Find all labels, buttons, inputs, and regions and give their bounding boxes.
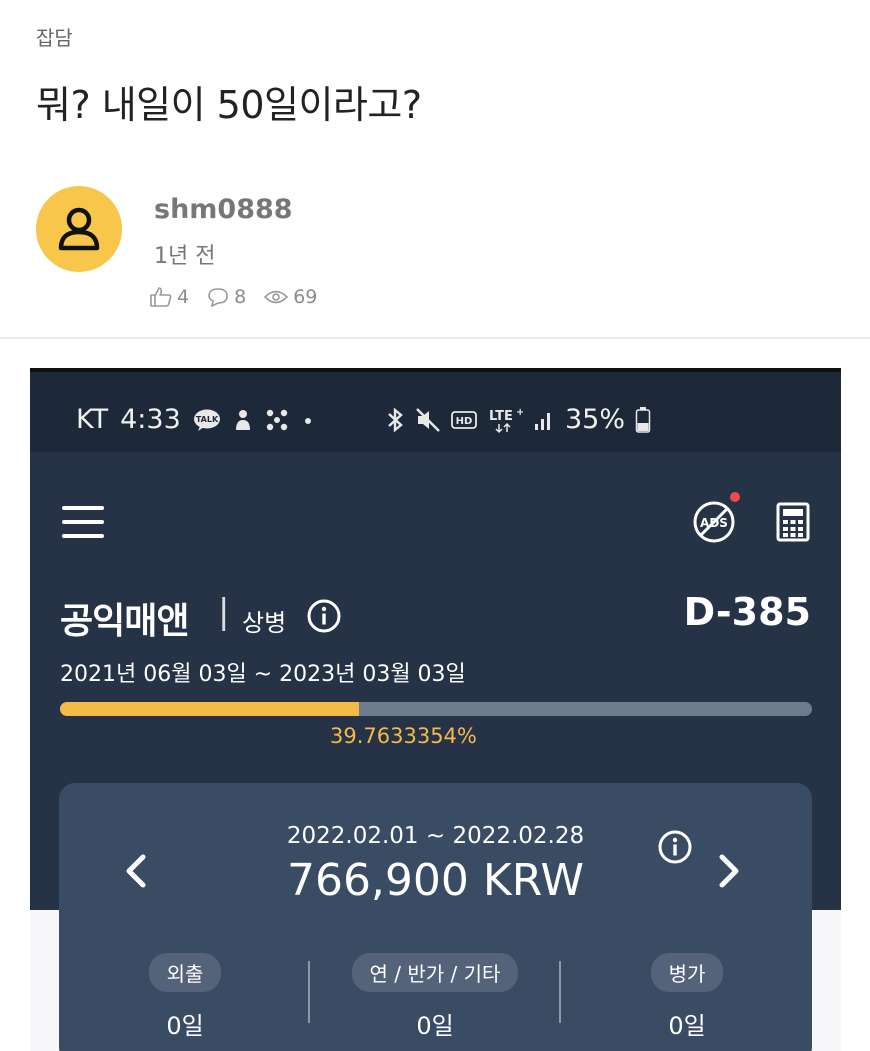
avatar[interactable] xyxy=(36,186,122,272)
talk-icon: TALK xyxy=(193,409,220,431)
hd-icon: HD xyxy=(451,410,477,429)
column-divider xyxy=(308,961,310,1023)
dot-icon xyxy=(304,417,311,424)
comment-stat[interactable]: 8 xyxy=(207,286,246,308)
author-name[interactable]: shm0888 xyxy=(154,194,293,225)
post-title: 뭐? 내일이 50일이라고? xyxy=(36,83,422,127)
thumbs-up-icon xyxy=(150,287,172,307)
comment-count: 8 xyxy=(234,286,247,308)
leave-column-annual: 연 / 반가 / 기타 0일 xyxy=(335,953,535,1041)
service-period: 2021년 06월 03일 ~ 2023년 03월 03일 xyxy=(60,662,466,687)
value-outing: 0일 xyxy=(166,1012,204,1040)
carrier-label: KT xyxy=(76,404,109,435)
calculator-icon[interactable] xyxy=(776,502,810,542)
salary-card: 2022.02.01 ~ 2022.02.28 766,900 KRW 외출 0… xyxy=(59,783,812,1051)
app-name: 공익매앤 xyxy=(60,601,189,642)
progress-fill xyxy=(60,702,360,716)
status-left: KT 4:33 TALK xyxy=(76,404,315,435)
like-stat[interactable]: 4 xyxy=(150,286,189,308)
leave-column-sick: 병가 0일 xyxy=(587,953,787,1041)
mute-icon xyxy=(416,407,440,432)
card-amount: 766,900 KRW xyxy=(286,855,585,906)
progress-label: 39.7633354% xyxy=(330,724,477,748)
pill-outing[interactable]: 외출 xyxy=(148,953,222,992)
phone-screenshot: KT 4:33 TALK HD LTE + 35% 공익매앤 | 상병 D-38… xyxy=(30,368,841,1051)
notification-dot xyxy=(730,492,740,502)
clock-label: 4:33 xyxy=(120,404,181,435)
pill-annual[interactable]: 연 / 반가 / 기타 xyxy=(351,953,519,992)
svg-text:HD: HD xyxy=(456,416,473,427)
lte-icon: LTE + xyxy=(489,407,523,433)
pill-sick[interactable]: 병가 xyxy=(650,953,724,992)
svg-text:LTE: LTE xyxy=(489,409,513,424)
signal-icon xyxy=(535,412,550,430)
no-ads-icon[interactable]: ADS xyxy=(692,500,736,544)
battery-percent: 35% xyxy=(565,404,626,435)
status-right: HD LTE + 35% xyxy=(385,404,651,435)
bluetooth-icon xyxy=(388,406,403,433)
svg-text:TALK: TALK xyxy=(196,415,219,424)
like-count: 4 xyxy=(177,286,190,308)
svg-text:+: + xyxy=(516,407,523,418)
divider xyxy=(0,337,870,339)
battery-icon xyxy=(635,406,651,433)
author-row: shm0888 1년 전 4 8 69 xyxy=(36,186,836,308)
post-category[interactable]: 잡담 xyxy=(36,22,73,51)
fan-icon xyxy=(266,409,287,430)
info-icon[interactable] xyxy=(306,598,342,634)
eye-icon xyxy=(264,290,289,304)
service-progress-bar xyxy=(60,702,812,716)
menu-icon[interactable] xyxy=(62,506,104,538)
value-sick: 0일 xyxy=(668,1012,706,1040)
post-stats: 4 8 69 xyxy=(150,286,317,308)
view-stat: 69 xyxy=(264,286,317,308)
card-period: 2022.02.01 ~ 2022.02.28 xyxy=(286,823,585,849)
app-notification-icon xyxy=(235,409,250,430)
column-divider xyxy=(559,961,561,1023)
app-header: ADS 공익매앤 | 상병 D-385 2021년 06월 03일 ~ 2023… xyxy=(30,452,841,752)
dday-counter: D-385 xyxy=(683,590,811,634)
comment-icon xyxy=(208,288,228,307)
status-bar: KT 4:33 TALK HD LTE + 35% xyxy=(30,368,841,452)
rank-label: 상병 xyxy=(242,609,287,637)
title-separator: | xyxy=(218,592,230,632)
chevron-right-icon[interactable] xyxy=(714,849,744,893)
post-time: 1년 전 xyxy=(154,244,216,269)
leave-column-outing: 외출 0일 xyxy=(85,953,285,1041)
user-icon xyxy=(58,207,100,251)
view-count: 69 xyxy=(293,286,318,308)
value-annual: 0일 xyxy=(416,1012,454,1040)
